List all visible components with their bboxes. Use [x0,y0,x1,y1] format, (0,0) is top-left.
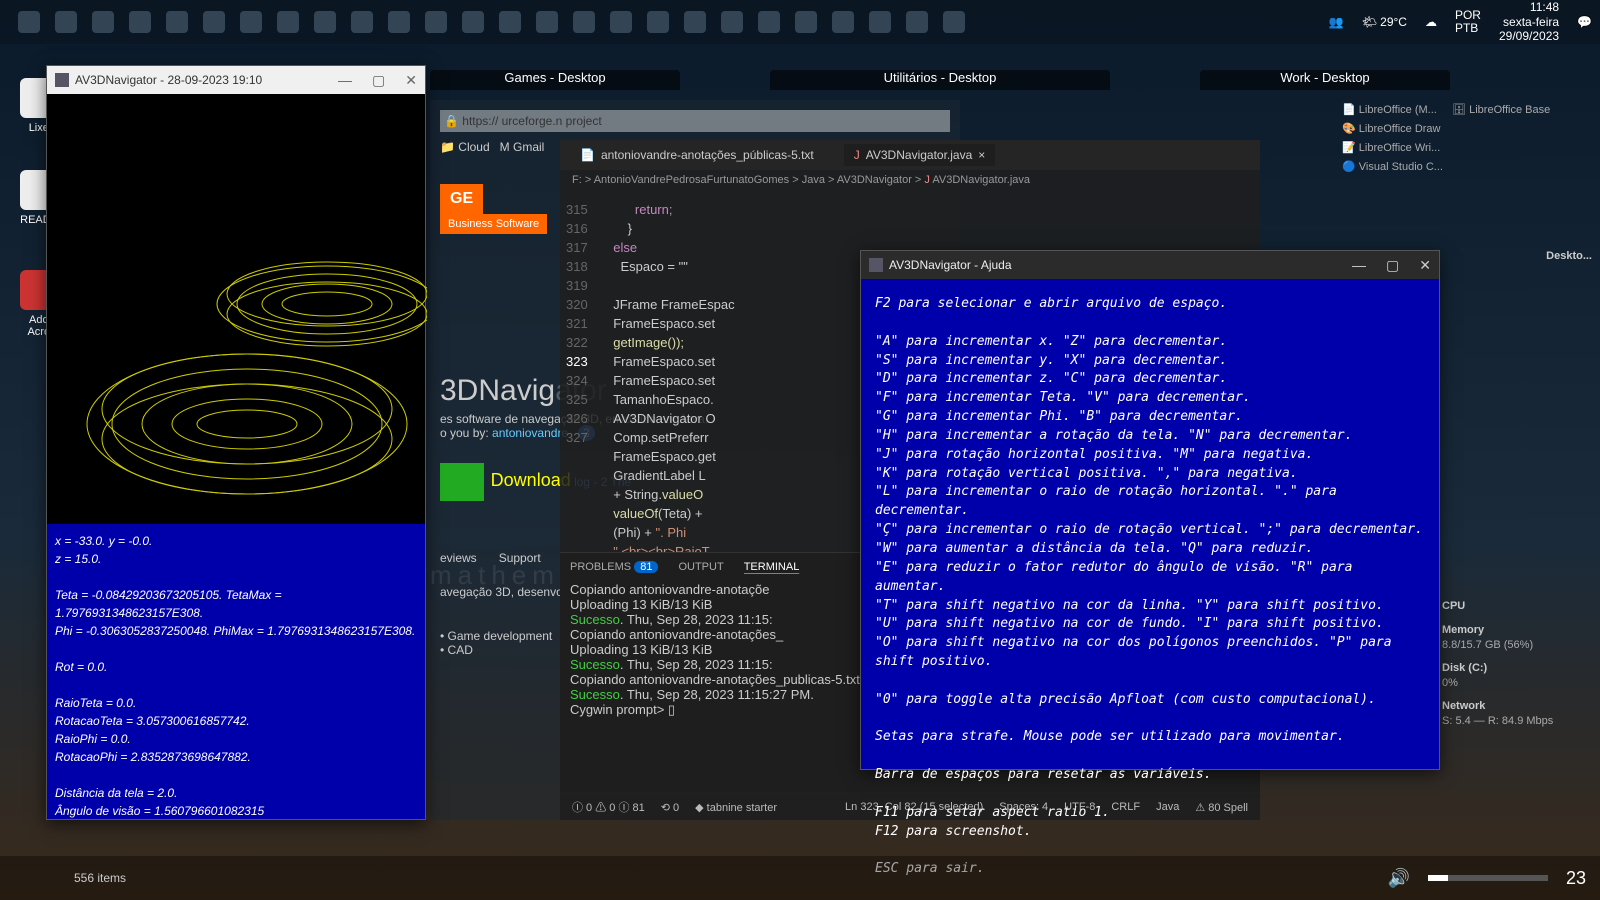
file-count: 556 items [74,871,126,885]
window-title: AV3DNavigator - 28-09-2023 19:10 [75,73,262,87]
bookmark[interactable]: M Gmail [500,140,545,154]
nav-3d-canvas[interactable] [47,94,425,524]
app-shortcut[interactable]: 📄 LibreOffice (M... 🗄 LibreOffice Base [1342,100,1592,119]
app-icon[interactable] [610,11,632,33]
app-icon[interactable] [758,11,780,33]
app-icon[interactable] [462,11,484,33]
author-link[interactable]: antoniovandre [492,426,568,440]
app-icon[interactable] [795,11,817,33]
download-button[interactable] [440,463,484,501]
desktop-label: Deskto... [1546,250,1592,262]
volume-icon[interactable]: 🔊 [1388,868,1410,889]
work-apps: 📄 LibreOffice (M... 🗄 LibreOffice Base 🎨… [1342,100,1592,176]
group-games[interactable]: Games - Desktop [430,70,680,90]
bookmark[interactable]: 📁 Cloud [440,140,490,154]
onedrive-icon[interactable]: ☁ [1425,15,1437,29]
minimize-button[interactable]: — [338,72,352,89]
vsc-tabs: 📄 antoniovandre-anotações_públicas-5.txt… [560,140,1260,170]
app-icon[interactable] [92,11,114,33]
address-bar[interactable]: 🔒 https:// urceforge.n project [440,110,950,132]
sf-logo: GE [440,184,483,214]
app-icon[interactable] [536,11,558,33]
close-button[interactable]: ✕ [1419,257,1431,274]
app-icon [869,258,883,272]
window-title: AV3DNavigator - Ajuda [889,258,1012,272]
clock[interactable]: 11:48 sexta-feira 29/09/2023 [1499,0,1559,43]
notifications-icon[interactable]: 💬 [1577,15,1592,29]
app-icon[interactable] [721,11,743,33]
maximize-button[interactable]: ▢ [372,72,385,89]
help-text: F2 para selecionar e abrir arquivo de es… [861,279,1439,895]
sf-tab[interactable]: Support [499,551,541,565]
taskbar-apps [18,11,965,33]
close-icon[interactable]: × [978,148,985,162]
app-shortcut[interactable]: 🔵 Visual Studio C... [1342,157,1592,176]
app-icon[interactable] [55,11,77,33]
sf-category[interactable]: Business Software [440,214,547,234]
status-tabnine[interactable]: ◆ tabnine starter [695,801,777,814]
nav-titlebar[interactable]: AV3DNavigator - 28-09-2023 19:10 — ▢ ✕ [47,66,425,94]
breadcrumb[interactable]: F: > AntonioVandrePedrosaFurtunatoGomes … [560,170,1260,190]
app-icon[interactable] [684,11,706,33]
app-icon[interactable] [906,11,928,33]
app-icon[interactable] [943,11,965,33]
app-icon[interactable] [832,11,854,33]
problems-tab[interactable]: PROBLEMS 81 [570,561,658,574]
app-icon[interactable] [166,11,188,33]
meet-now-icon[interactable]: 👥 [1329,15,1344,29]
group-work[interactable]: Work - Desktop [1200,70,1450,90]
app-icon[interactable] [277,11,299,33]
app-icon[interactable] [388,11,410,33]
volume-slider[interactable] [1428,875,1548,881]
app-icon[interactable] [869,11,891,33]
top-taskbar: 👥 🌤 29°C ☁ PORPTB 11:48 sexta-feira 29/0… [0,0,1600,44]
app-shortcut[interactable]: 🎨 LibreOffice Draw [1342,119,1592,138]
keyboard-layout[interactable]: PORPTB [1455,9,1481,35]
perf-widget: CPU Memory 8.8/15.7 GB (56%) Disk (C:) 0… [1442,600,1592,730]
app-icon[interactable] [425,11,447,33]
help-titlebar[interactable]: AV3DNavigator - Ajuda — ▢ ✕ [861,251,1439,279]
status-ports[interactable]: ⟲ 0 [661,801,679,814]
av3dnavigator-help-window: AV3DNavigator - Ajuda —▢✕ F2 para seleci… [860,250,1440,770]
app-icon[interactable] [129,11,151,33]
close-button[interactable]: ✕ [405,72,417,89]
app-icon[interactable] [499,11,521,33]
weather[interactable]: 🌤 29°C [1362,15,1407,29]
bottom-taskbar: 556 items 🔊 23 [0,856,1600,900]
app-icon[interactable] [240,11,262,33]
vsc-tab-active[interactable]: J AV3DNavigator.java × [844,144,996,166]
status-errs[interactable]: Ⓘ 0 ⚠ 0 Ⓘ 81 [572,799,645,815]
app-icon[interactable] [351,11,373,33]
app-icon [55,73,69,87]
av3dnavigator-window: AV3DNavigator - 28-09-2023 19:10 — ▢ ✕ x =… [46,65,426,820]
sf-tab[interactable]: eviews [440,551,477,565]
app-icon[interactable] [203,11,225,33]
nav-status-panel: x = -33.0. y = -0.0. z = 15.0. Teta = -0… [47,524,425,819]
app-shortcut[interactable]: 📝 LibreOffice Wri... [1342,138,1592,157]
workspace-number[interactable]: 23 [1566,868,1586,889]
app-icon[interactable] [573,11,595,33]
minimize-button[interactable]: — [1352,257,1366,274]
app-icon[interactable] [647,11,669,33]
terminal-tab[interactable]: TERMINAL [744,561,800,574]
app-icon[interactable] [18,11,40,33]
maximize-button[interactable]: ▢ [1386,257,1399,274]
vsc-tab[interactable]: 📄 antoniovandre-anotações_públicas-5.txt [570,144,824,166]
output-tab[interactable]: OUTPUT [678,561,723,574]
app-icon[interactable] [314,11,336,33]
group-util[interactable]: Utilitários - Desktop [770,70,1110,90]
